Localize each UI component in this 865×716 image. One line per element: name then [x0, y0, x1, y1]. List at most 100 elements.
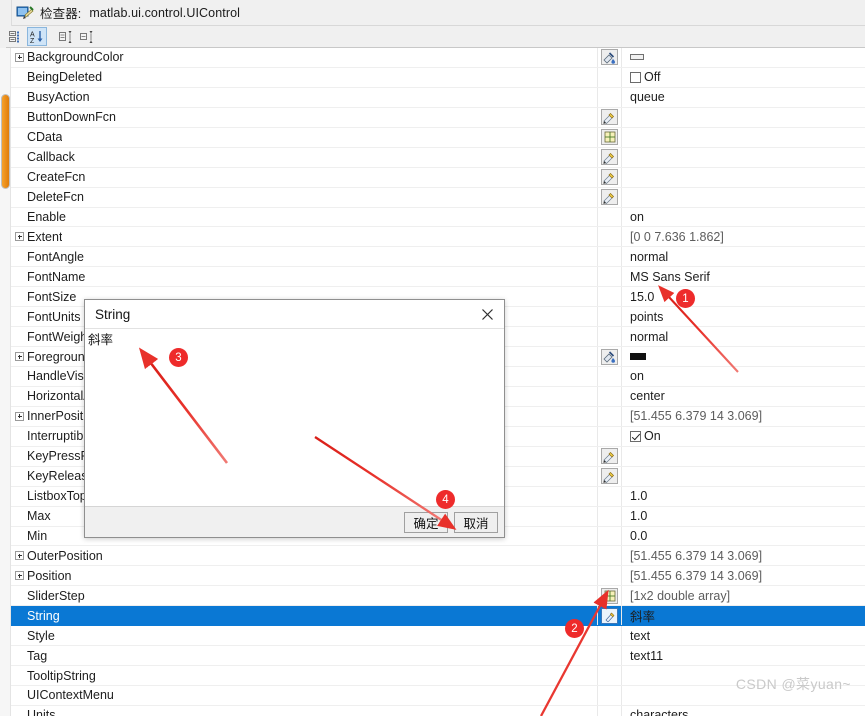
table-row[interactable]: UIContextMenu	[11, 686, 865, 706]
property-value-cell[interactable]	[622, 686, 865, 705]
property-value-cell[interactable]: on	[622, 208, 865, 227]
cancel-button[interactable]: 取消	[454, 511, 498, 533]
property-editor-cell[interactable]	[598, 48, 622, 67]
table-row[interactable]: SliderStep [1x2 double array]	[11, 586, 865, 607]
ok-button[interactable]: 确定	[404, 511, 448, 533]
property-name-cell[interactable]: FontName	[11, 267, 598, 287]
expander-icon[interactable]	[15, 571, 24, 581]
property-value-cell[interactable]: 15.0	[622, 287, 865, 306]
table-row[interactable]: OuterPosition [51.455 6.379 14 3.069]	[11, 546, 865, 567]
property-value-cell[interactable]	[622, 347, 865, 366]
property-editor-cell[interactable]	[598, 347, 622, 366]
table-row[interactable]: BeingDeleted Off	[11, 67, 865, 88]
array-editor-icon[interactable]	[601, 587, 618, 604]
property-value-cell[interactable]: [0 0 7.636 1.862]	[622, 227, 865, 246]
property-value-cell[interactable]: On	[622, 427, 865, 446]
property-value-cell[interactable]: [1x2 double array]	[622, 586, 865, 605]
string-editor-icon[interactable]	[601, 607, 618, 624]
property-value-cell[interactable]	[622, 168, 865, 187]
property-name-cell[interactable]: OuterPosition	[11, 546, 598, 566]
table-row[interactable]: String 斜率	[11, 606, 865, 627]
property-value-cell[interactable]	[622, 48, 865, 67]
property-name-cell[interactable]: FontAngle	[11, 247, 598, 267]
table-row[interactable]: Extent [0 0 7.636 1.862]	[11, 227, 865, 248]
table-row[interactable]: BackgroundColor	[11, 48, 865, 68]
property-value-cell[interactable]: 0.0	[622, 527, 865, 546]
table-row[interactable]: FontName MS Sans Serif	[11, 267, 865, 288]
table-row[interactable]: Tag text11	[11, 646, 865, 667]
property-editor-cell[interactable]	[598, 167, 622, 187]
table-row[interactable]: Position [51.455 6.379 14 3.069]	[11, 566, 865, 587]
property-value-cell[interactable]	[622, 666, 865, 685]
property-value-cell[interactable]: text	[622, 626, 865, 645]
function-editor-icon[interactable]	[601, 169, 618, 186]
property-value-cell[interactable]: [51.455 6.379 14 3.069]	[622, 407, 865, 426]
alphabetic-sort-button[interactable]: A Z	[27, 27, 47, 46]
property-value-cell[interactable]: [51.455 6.379 14 3.069]	[622, 566, 865, 585]
property-editor-cell[interactable]	[598, 127, 622, 147]
property-name-cell[interactable]: Style	[11, 626, 598, 646]
property-editor-cell[interactable]	[598, 586, 622, 606]
scrollbar-thumb[interactable]	[1, 94, 10, 189]
property-name-cell[interactable]: CData	[11, 127, 598, 147]
property-value-cell[interactable]	[622, 467, 865, 486]
table-row[interactable]: CreateFcn	[11, 167, 865, 188]
property-value-cell[interactable]: center	[622, 387, 865, 406]
property-value-cell[interactable]: 斜率	[622, 606, 865, 625]
function-editor-icon[interactable]	[601, 468, 618, 485]
table-row[interactable]: Enable on	[11, 207, 865, 228]
value-checkbox[interactable]	[630, 71, 641, 83]
property-value-cell[interactable]: normal	[622, 327, 865, 346]
property-name-cell[interactable]: UIContextMenu	[11, 686, 598, 705]
categorized-sort-button[interactable]	[6, 27, 26, 46]
expander-icon[interactable]	[15, 232, 24, 242]
function-editor-icon[interactable]	[601, 448, 618, 465]
table-row[interactable]: CData	[11, 127, 865, 148]
property-filter-button[interactable]	[77, 27, 97, 46]
property-name-cell[interactable]: String	[11, 606, 598, 626]
property-name-cell[interactable]: Tag	[11, 646, 598, 666]
property-name-cell[interactable]: BackgroundColor	[11, 48, 598, 67]
color-picker-icon[interactable]	[601, 348, 618, 365]
property-editor-cell[interactable]	[598, 606, 622, 626]
function-editor-icon[interactable]	[601, 189, 618, 206]
property-editor-cell[interactable]	[598, 187, 622, 207]
close-icon[interactable]	[476, 304, 498, 325]
function-editor-icon[interactable]	[601, 109, 618, 126]
table-row[interactable]: TooltipString	[11, 666, 865, 686]
expander-icon[interactable]	[15, 411, 24, 421]
property-value-cell[interactable]	[622, 447, 865, 466]
property-value-cell[interactable]: normal	[622, 247, 865, 266]
color-swatch[interactable]	[630, 353, 646, 361]
table-row[interactable]: DeleteFcn	[11, 187, 865, 208]
property-name-cell[interactable]: Enable	[11, 207, 598, 227]
property-value-cell[interactable]	[622, 148, 865, 167]
property-editor-cell[interactable]	[598, 107, 622, 127]
property-value-cell[interactable]	[622, 188, 865, 207]
property-name-cell[interactable]: Position	[11, 566, 598, 586]
table-row[interactable]: BusyAction queue	[11, 87, 865, 108]
table-row[interactable]: Units characters	[11, 705, 865, 716]
property-name-cell[interactable]: Units	[11, 705, 598, 716]
property-value-cell[interactable]	[622, 108, 865, 127]
vertical-scrollbar[interactable]	[0, 48, 11, 716]
property-value-cell[interactable]: characters	[622, 706, 865, 716]
property-value-cell[interactable]: 1.0	[622, 507, 865, 526]
property-name-cell[interactable]: CreateFcn	[11, 167, 598, 187]
property-name-cell[interactable]: BeingDeleted	[11, 67, 598, 87]
property-editor-cell[interactable]	[598, 466, 622, 486]
color-picker-icon[interactable]	[601, 49, 618, 66]
property-pages-button[interactable]	[56, 27, 76, 46]
color-swatch[interactable]	[630, 54, 644, 61]
property-editor-cell[interactable]	[598, 446, 622, 466]
property-name-cell[interactable]: SliderStep	[11, 586, 598, 606]
expander-icon[interactable]	[15, 52, 24, 62]
table-row[interactable]: ButtonDownFcn	[11, 107, 865, 128]
property-value-cell[interactable]: Off	[622, 68, 865, 87]
array-editor-icon[interactable]	[601, 129, 618, 146]
table-row[interactable]: Callback	[11, 147, 865, 168]
property-value-cell[interactable]: on	[622, 367, 865, 386]
expander-icon[interactable]	[15, 352, 24, 362]
property-editor-cell[interactable]	[598, 147, 622, 167]
property-value-cell[interactable]: MS Sans Serif	[622, 267, 865, 286]
